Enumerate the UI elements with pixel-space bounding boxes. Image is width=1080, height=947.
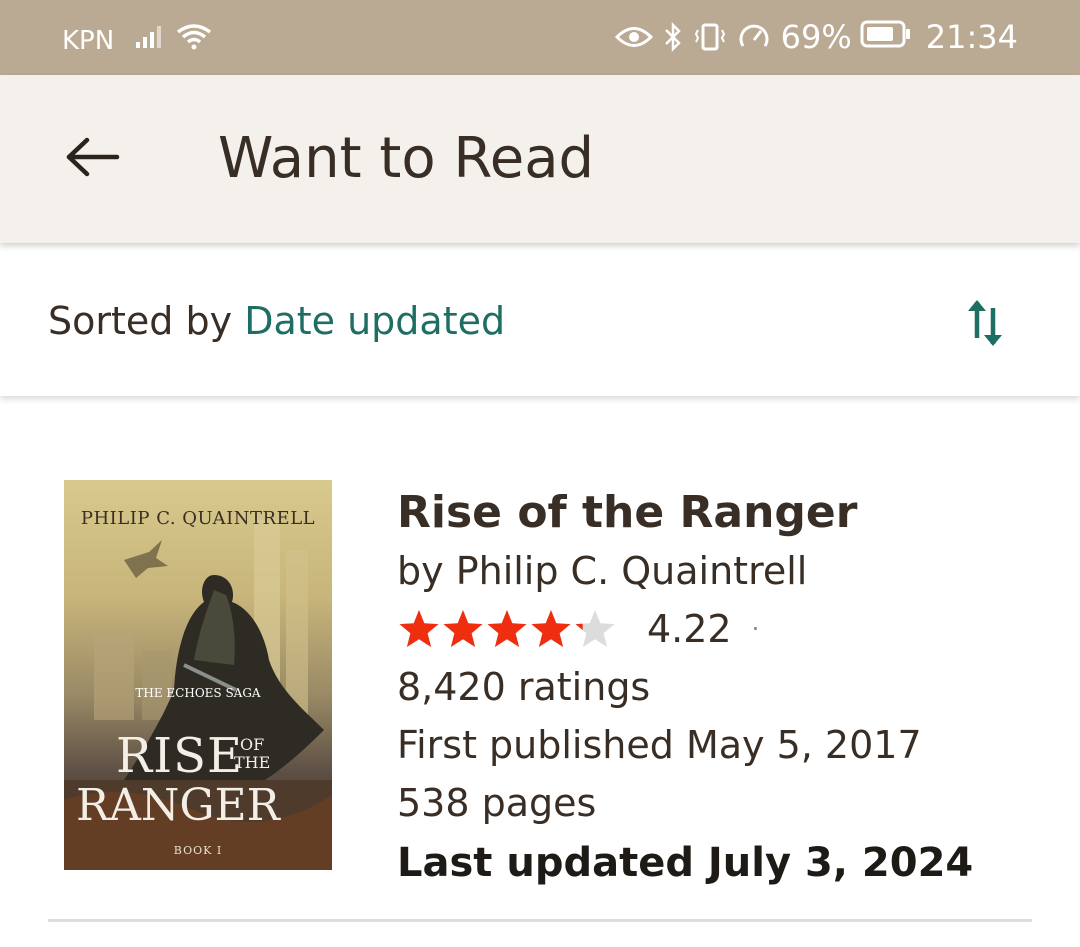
bluetooth-icon	[663, 21, 683, 53]
ratings-count: 8,420 ratings	[397, 665, 651, 709]
book-cover[interactable]: PHILIP C. QUAINTRELL THE ECHOES SAGA RIS…	[64, 480, 332, 870]
status-bar-left: KPN	[62, 22, 214, 59]
last-updated: Last updated July 3, 2024	[397, 840, 974, 886]
star-icon	[575, 610, 615, 647]
battery-icon	[860, 18, 912, 56]
data-saver-icon	[737, 22, 771, 52]
cover-title-the: THE	[234, 753, 271, 772]
cover-series: THE ECHOES SAGA	[135, 686, 261, 700]
sort-prefix: Sorted by	[48, 299, 233, 343]
arrow-back-icon	[65, 137, 121, 181]
sort-label: Sorted by Date updated	[48, 299, 505, 343]
cover-title-line-1: RISE	[116, 728, 244, 784]
page-title: Want to Read	[218, 126, 595, 191]
battery-percent: 69%	[780, 18, 852, 56]
first-published: First published May 5, 2017	[397, 723, 922, 767]
vibrate-icon	[693, 22, 727, 52]
eye-icon	[614, 24, 653, 50]
sort-direction-icon	[963, 296, 1007, 354]
rating-row: 4.22 ·	[397, 600, 1017, 658]
cover-book-number: BOOK I	[173, 844, 223, 857]
sort-direction-button[interactable]	[955, 295, 1015, 355]
star-icon	[487, 610, 527, 647]
rating-separator: ·	[751, 615, 760, 643]
sort-bar: Sorted by Date updated	[0, 243, 1080, 396]
status-bar: KPN 69% 21:34	[0, 0, 1080, 75]
clock: 21:34	[925, 18, 1018, 56]
status-bar-right: 69% 21:34	[614, 18, 1018, 56]
book-info: Rise of the Ranger by Philip C. Quaintre…	[397, 484, 1017, 894]
wifi-icon	[176, 22, 214, 59]
star-rating	[397, 608, 617, 650]
cover-title-of-the: OF THE	[234, 736, 270, 772]
book-list-item[interactable]: PHILIP C. QUAINTRELL THE ECHOES SAGA RIS…	[48, 396, 1032, 922]
cover-title-of: OF	[240, 735, 265, 754]
book-author[interactable]: by Philip C. Quaintrell	[397, 542, 1017, 600]
star-icon	[443, 610, 483, 647]
star-icon	[531, 610, 571, 647]
cover-author: PHILIP C. QUAINTRELL	[80, 508, 316, 529]
star-icon	[399, 610, 439, 647]
app-bar: Want to Read	[0, 75, 1080, 243]
cover-title-line-2: RANGER	[76, 780, 280, 831]
cell-signal-icon	[134, 24, 168, 57]
back-button[interactable]	[58, 127, 128, 191]
average-rating: 4.22	[647, 607, 732, 651]
book-title[interactable]: Rise of the Ranger	[397, 484, 1017, 542]
sort-option-link[interactable]: Date updated	[244, 299, 505, 343]
page-count: 538 pages	[397, 781, 597, 825]
carrier-name: KPN	[62, 25, 115, 56]
